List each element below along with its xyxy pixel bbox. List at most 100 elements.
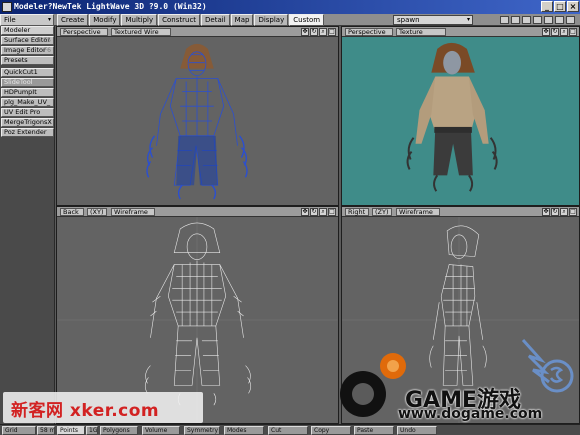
layer-icon[interactable]: [522, 16, 531, 24]
layer-icon[interactable]: [566, 16, 575, 24]
presets-button[interactable]: Presets: [1, 56, 54, 65]
menu-bar: File ▾ Create Modify Multiply Construct …: [0, 14, 580, 26]
zoom-icon[interactable]: ⌕: [560, 28, 568, 36]
paste-button[interactable]: Paste: [354, 426, 394, 435]
shortcut-label: F5: [43, 37, 51, 44]
image-editor-button[interactable]: Image Editor F6: [1, 46, 54, 55]
render-mode-dropdown[interactable]: Textured Wire: [111, 28, 171, 36]
zoom-icon[interactable]: ⌕: [319, 28, 327, 36]
tab-modify[interactable]: Modify: [89, 14, 121, 26]
app-icon: [2, 2, 12, 12]
move-icon[interactable]: ✥: [542, 208, 550, 216]
zoom-icon[interactable]: ⌕: [560, 208, 568, 216]
tab-detail[interactable]: Detail: [201, 14, 230, 26]
slidetool-label: SlideTool: [4, 78, 33, 86]
watermark-xker-text: 新客网 xker.com: [11, 401, 160, 421]
rotate-icon[interactable]: ↻: [551, 208, 559, 216]
view-type-dropdown[interactable]: Perspective: [345, 28, 393, 36]
viewport-controls: ✥ ↻ ⌕ □: [301, 208, 336, 216]
points-mode-button[interactable]: Points: [57, 426, 85, 435]
layer-icon[interactable]: [511, 16, 520, 24]
tab-custom[interactable]: Custom: [289, 14, 325, 26]
object-select[interactable]: spawn ▾: [393, 15, 473, 25]
zoom-icon[interactable]: ⌕: [319, 208, 327, 216]
grid-size: 58 m: [37, 426, 55, 435]
window-title: Modeler?NewTek LightWave 3D ?9.0 (Win32): [14, 2, 207, 11]
layer-icons: [500, 16, 575, 24]
render-mode-dropdown[interactable]: Texture: [396, 28, 446, 36]
layer-icon[interactable]: [533, 16, 542, 24]
file-menu[interactable]: File ▾: [0, 14, 54, 26]
winged-seal-icon: [521, 338, 574, 393]
viewport-header: Perspective Textured Wire ✥ ↻ ⌕ □: [57, 27, 338, 37]
undo-button[interactable]: Undo: [397, 426, 437, 435]
poz-extender-button[interactable]: Poz Extender: [1, 128, 54, 137]
maximize-icon[interactable]: □: [569, 208, 577, 216]
view-type-dropdown[interactable]: Back: [60, 208, 84, 216]
volume-mode-button[interactable]: Volume: [142, 426, 180, 435]
menu-tabs: Create Modify Multiply Construct Detail …: [57, 14, 325, 26]
render-mode-dropdown[interactable]: Wireframe: [396, 208, 440, 216]
tab-multiply[interactable]: Multiply: [121, 14, 158, 26]
hdpumpit-button[interactable]: HDPumpIt: [1, 88, 54, 97]
surface-editor-button[interactable]: Surface Editor F5: [1, 36, 54, 45]
symmetry-button[interactable]: Symmetry: [184, 426, 220, 435]
tool-panel: Modeler Surface Editor F5 Image Editor F6 …: [0, 26, 55, 426]
axis-dropdown[interactable]: (XY): [87, 208, 107, 216]
tab-construct[interactable]: Construct: [158, 14, 201, 26]
point-count: 1G: [86, 426, 98, 435]
viewport-canvas[interactable]: [57, 37, 338, 205]
maximize-icon[interactable]: □: [328, 28, 336, 36]
rotate-icon[interactable]: ↻: [310, 208, 318, 216]
render-mode-dropdown[interactable]: Wireframe: [111, 208, 155, 216]
hdpumpit-label: HDPumpIt: [4, 88, 37, 96]
move-icon[interactable]: ✥: [301, 28, 309, 36]
axis-dropdown[interactable]: (ZY): [372, 208, 392, 216]
modeler-menu-button[interactable]: Modeler: [1, 26, 54, 35]
chevron-down-icon: ▾: [47, 16, 51, 23]
merge-trigons-button[interactable]: MergeTrigonsX: [1, 118, 54, 127]
maximize-button[interactable]: □: [554, 1, 566, 12]
uv-edit-pro-label: UV Edit Pro: [4, 108, 41, 116]
layer-icon[interactable]: [544, 16, 553, 24]
wire-figure-blue: [146, 43, 248, 200]
polygons-mode-button[interactable]: Polygons: [100, 426, 138, 435]
copy-button[interactable]: Copy: [311, 426, 351, 435]
maximize-icon[interactable]: □: [569, 28, 577, 36]
cut-button[interactable]: Cut: [268, 426, 308, 435]
title-bar: Modeler?NewTek LightWave 3D ?9.0 (Win32)…: [0, 0, 580, 14]
viewport-perspective-texture[interactable]: Perspective Texture ✥ ↻ ⌕ □: [341, 26, 580, 206]
layer-icon[interactable]: [500, 16, 509, 24]
viewport-canvas[interactable]: [342, 37, 579, 205]
view-type-dropdown[interactable]: Perspective: [60, 28, 108, 36]
minimize-button[interactable]: _: [541, 1, 553, 12]
view-type-dropdown[interactable]: Right: [345, 208, 369, 216]
move-icon[interactable]: ✥: [542, 28, 550, 36]
quickcut-button[interactable]: QuickCut1: [1, 68, 54, 77]
tab-display[interactable]: Display: [254, 14, 289, 26]
file-menu-label: File: [4, 16, 16, 24]
bottom-toolbar: Grid 58 m Points 1G Polygons Volume Symm…: [0, 424, 580, 435]
close-button[interactable]: ×: [567, 1, 579, 12]
modes-dropdown[interactable]: Modes: [224, 426, 264, 435]
tab-create[interactable]: Create: [57, 14, 89, 26]
viewport-controls: ✥ ↻ ⌕ □: [542, 28, 577, 36]
make-uv-button[interactable]: plg_Make_UV_: [1, 98, 54, 107]
poz-extender-label: Poz Extender: [4, 128, 47, 136]
maximize-icon[interactable]: □: [328, 208, 336, 216]
viewport-perspective-wire[interactable]: Perspective Textured Wire ✥ ↻ ⌕ □: [56, 26, 339, 206]
slidetool-button[interactable]: SlideTool: [1, 78, 54, 87]
make-uv-label: plg_Make_UV_: [4, 98, 51, 106]
uv-edit-pro-button[interactable]: UV Edit Pro: [1, 108, 54, 117]
chevron-down-icon: ▾: [466, 16, 470, 23]
rotate-icon[interactable]: ↻: [551, 28, 559, 36]
tab-map[interactable]: Map: [230, 14, 254, 26]
watermark-xker: 新客网 xker.com: [3, 392, 203, 423]
viewport-header: Perspective Texture ✥ ↻ ⌕ □: [342, 27, 579, 37]
layer-icon[interactable]: [555, 16, 564, 24]
rotate-icon[interactable]: ↻: [310, 28, 318, 36]
modeler-label: Modeler: [4, 26, 31, 34]
move-icon[interactable]: ✥: [301, 208, 309, 216]
textured-figure: [406, 42, 498, 192]
watermark-url-text: www.dogame.com: [398, 406, 543, 422]
